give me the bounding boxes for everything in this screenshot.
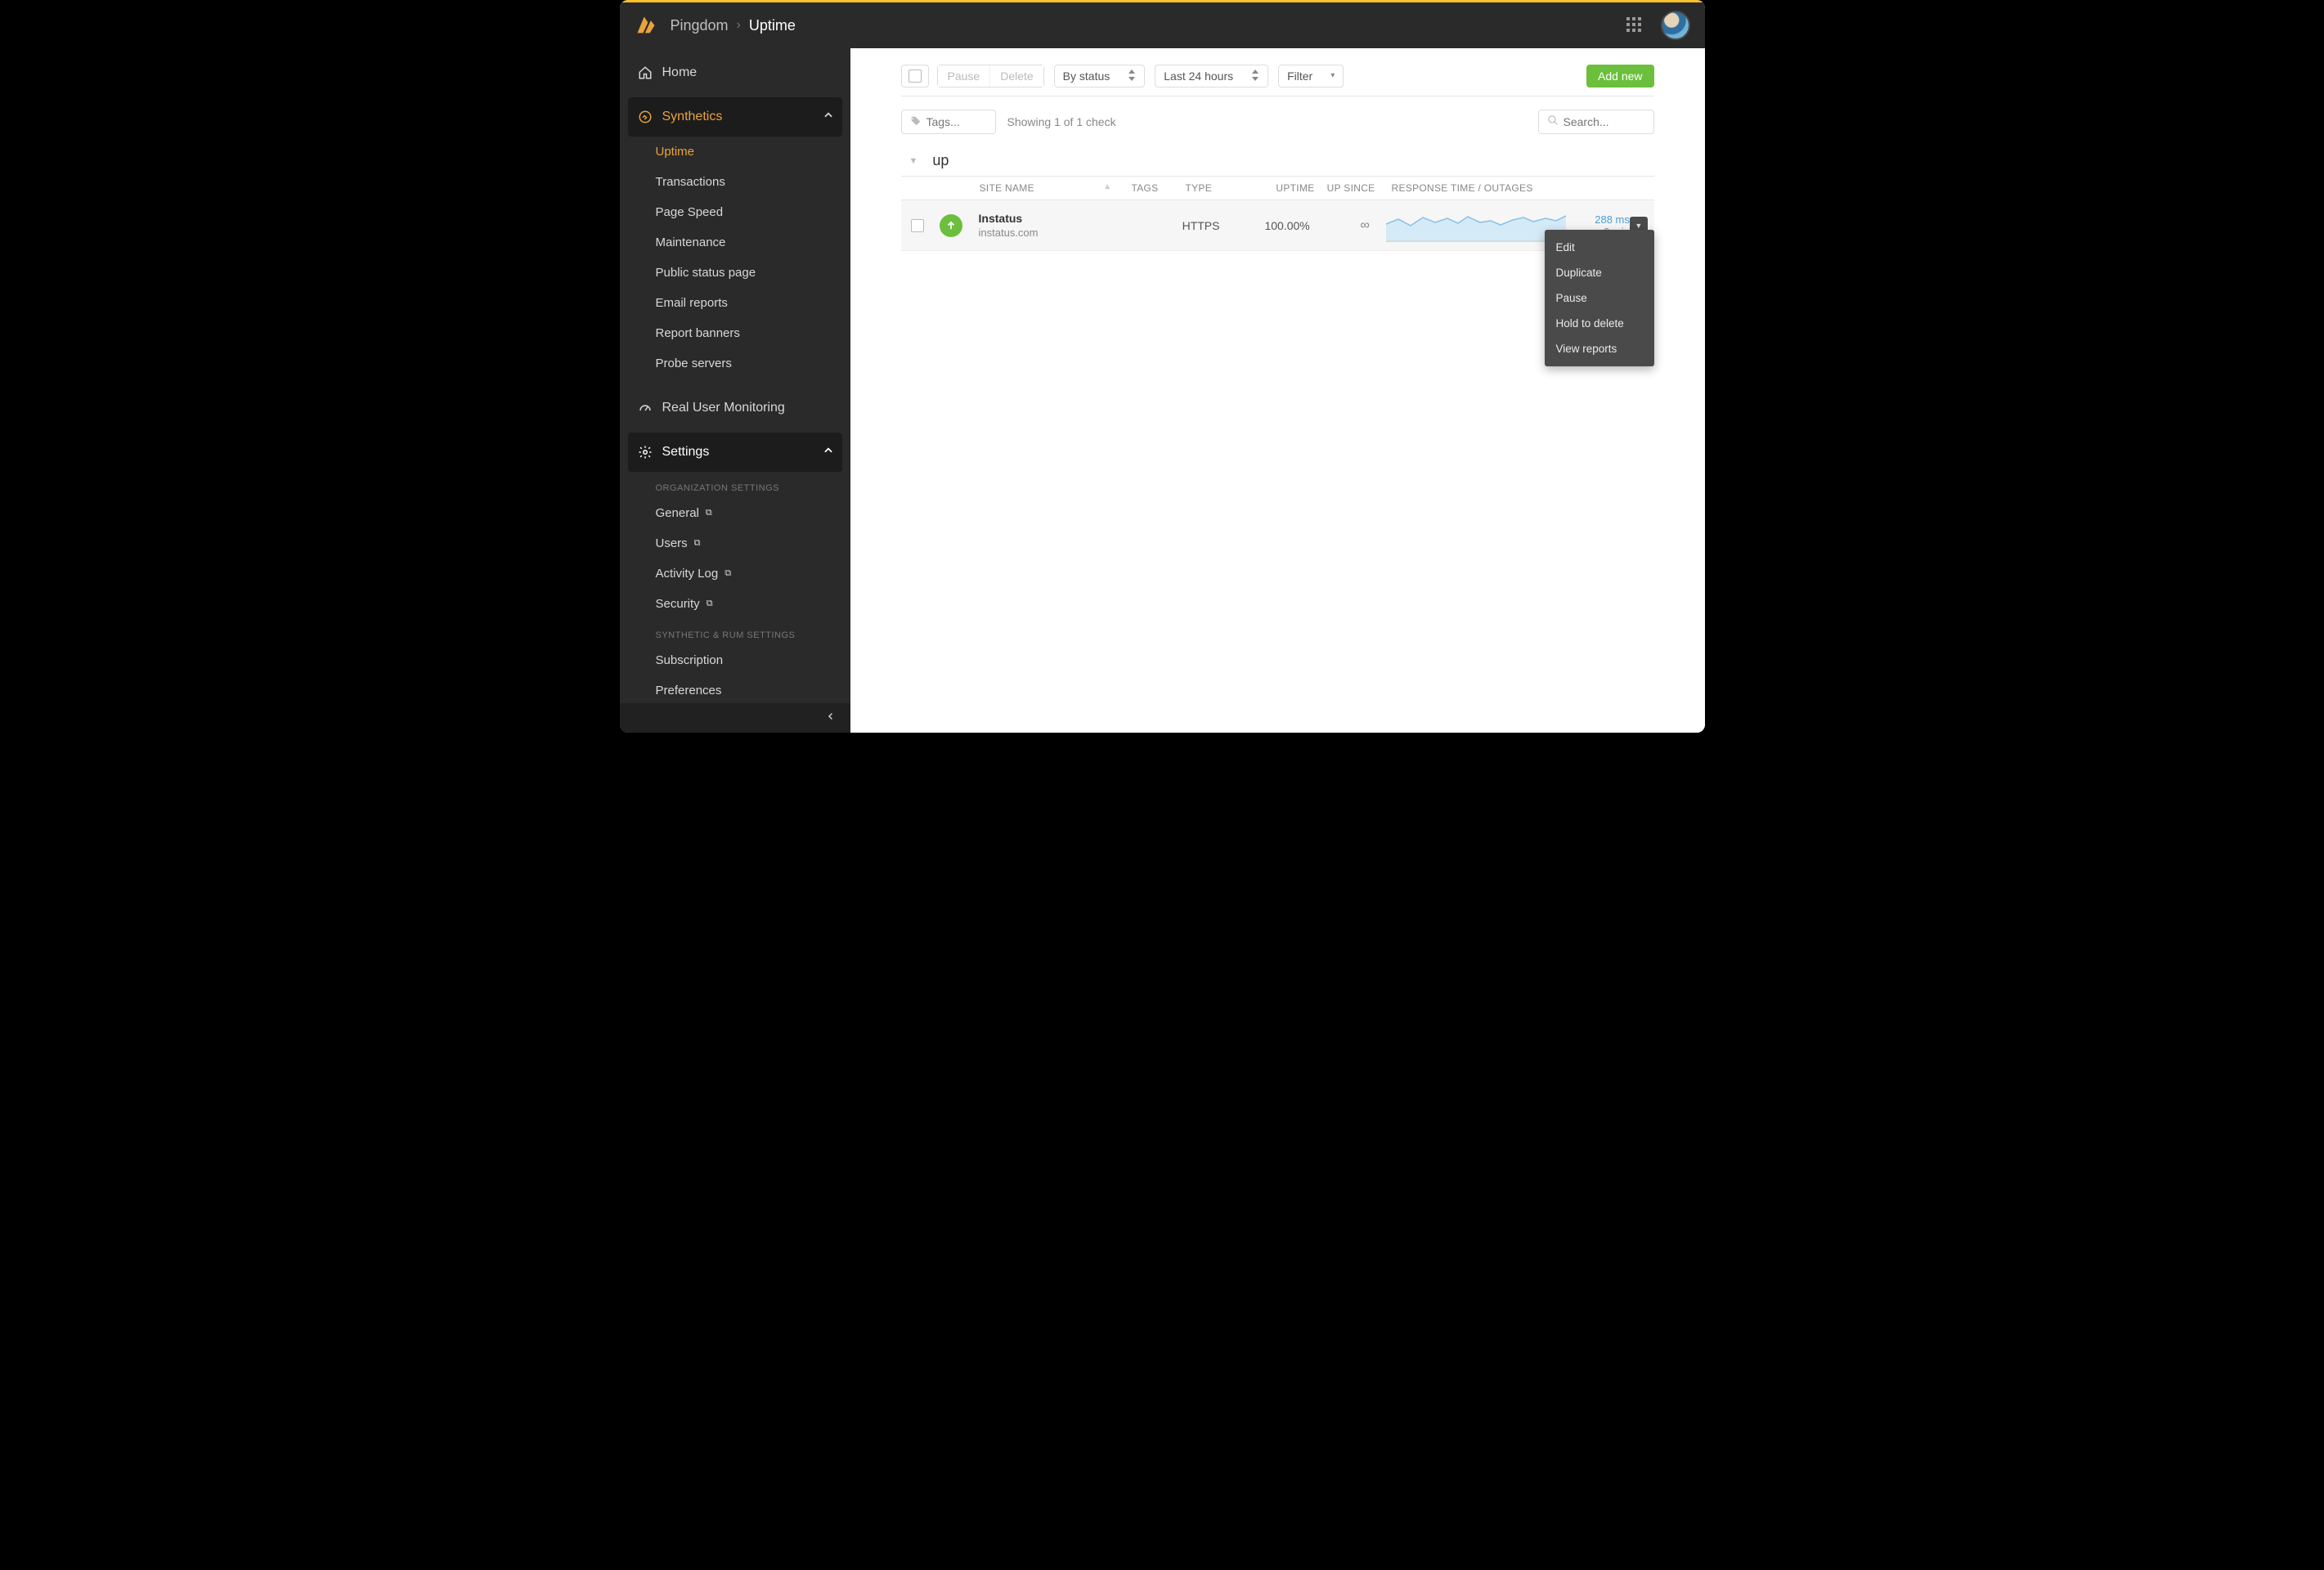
bulk-action-group: Pause Delete	[937, 65, 1044, 87]
bulk-toolbar: Pause Delete By status Last 24 hours	[901, 60, 1654, 92]
chevron-up-icon	[823, 445, 834, 460]
home-icon	[636, 65, 654, 80]
synthetics-icon	[636, 110, 654, 124]
main-content: Pause Delete By status Last 24 hours	[850, 48, 1705, 733]
sidebar-subheader-syn: SYNTHETIC & RUM SETTINGS	[620, 619, 850, 645]
timerange-dropdown[interactable]: Last 24 hours	[1155, 65, 1268, 87]
sort-icon	[1128, 70, 1136, 83]
menu-item-duplicate[interactable]: Duplicate	[1545, 260, 1654, 285]
tag-icon	[910, 115, 922, 129]
app-header: Pingdom › Uptime	[620, 2, 1705, 48]
sort-dropdown[interactable]: By status	[1054, 65, 1146, 87]
filter-dropdown[interactable]: Filter ▾	[1278, 65, 1344, 87]
breadcrumb-root[interactable]: Pingdom	[671, 17, 729, 34]
menu-item-pause[interactable]: Pause	[1545, 285, 1654, 311]
col-response-time[interactable]: RESPONSE TIME / OUTAGES	[1375, 182, 1630, 194]
search-box[interactable]	[1538, 110, 1654, 134]
table-row[interactable]: Instatus instatus.com HTTPS 100.00% ∞ 28…	[901, 200, 1654, 251]
delete-button[interactable]: Delete	[989, 65, 1043, 87]
table-header: SITE NAME▲ TAGS TYPE UPTIME UP SINCE RES…	[901, 176, 1654, 200]
sidebar-item-label: Settings	[662, 445, 710, 460]
response-time-sparkline	[1386, 209, 1566, 242]
col-upsince[interactable]: UP SINCE	[1315, 182, 1375, 194]
check-uptime: 100.00%	[1252, 219, 1310, 232]
menu-item-hold-delete[interactable]: Hold to delete	[1545, 311, 1654, 336]
sidebar-collapse-button[interactable]	[620, 703, 850, 733]
tags-input[interactable]	[926, 115, 982, 128]
results-count: Showing 1 of 1 check	[1007, 115, 1116, 128]
sort-asc-icon: ▲	[1103, 182, 1111, 191]
external-link-icon: ⧉	[725, 568, 731, 579]
chevron-left-icon	[826, 711, 836, 725]
add-new-button[interactable]: Add new	[1586, 65, 1653, 87]
select-all-checkbox[interactable]	[909, 70, 922, 83]
check-upsince: ∞	[1310, 218, 1370, 233]
sidebar-item-page-speed[interactable]: Page Speed	[620, 197, 850, 227]
sidebar-item-public-status-page[interactable]: Public status page	[620, 258, 850, 288]
external-link-icon: ⧉	[706, 508, 712, 518]
external-link-icon: ⧉	[707, 599, 713, 609]
external-link-icon: ⧉	[694, 538, 701, 549]
col-uptime[interactable]: UPTIME	[1256, 182, 1315, 194]
sidebar-item-label: Home	[662, 65, 698, 80]
pause-button[interactable]: Pause	[938, 65, 990, 87]
caret-down-icon: ▼	[909, 156, 918, 166]
sidebar-item-label: Real User Monitoring	[662, 401, 785, 415]
group-label: up	[932, 152, 949, 169]
sidebar-item-settings[interactable]: Settings	[628, 433, 842, 472]
group-header[interactable]: ▼ up	[901, 152, 1654, 176]
row-context-menu: Edit Duplicate Pause Hold to delete View…	[1545, 230, 1654, 366]
sidebar-item-home[interactable]: Home	[628, 53, 842, 92]
sidebar-item-email-reports[interactable]: Email reports	[620, 288, 850, 318]
sort-icon	[1251, 70, 1259, 83]
col-sitename[interactable]: SITE NAME▲	[980, 182, 1132, 194]
menu-item-edit[interactable]: Edit	[1545, 235, 1654, 260]
app-switcher-icon[interactable]	[1626, 17, 1643, 34]
sidebar-item-preferences[interactable]: Preferences	[620, 675, 850, 703]
status-up-icon	[940, 214, 962, 237]
row-checkbox[interactable]	[911, 219, 924, 232]
chevron-right-icon: ›	[737, 18, 741, 33]
gauge-icon	[636, 401, 654, 415]
breadcrumb: Pingdom › Uptime	[671, 17, 796, 34]
breadcrumb-current: Uptime	[749, 17, 796, 34]
sidebar-item-security[interactable]: Security⧉	[620, 589, 850, 619]
sidebar-subheader-org: ORGANIZATION SETTINGS	[620, 472, 850, 498]
sidebar-item-activity-log[interactable]: Activity Log⧉	[620, 558, 850, 589]
check-type: HTTPS	[1182, 219, 1252, 232]
filter-toolbar: Showing 1 of 1 check	[901, 110, 1654, 134]
search-icon	[1547, 114, 1559, 130]
col-tags[interactable]: TAGS	[1132, 182, 1186, 194]
menu-item-view-reports[interactable]: View reports	[1545, 336, 1654, 361]
chevron-up-icon	[823, 110, 834, 125]
sidebar-item-report-banners[interactable]: Report banners	[620, 318, 850, 348]
brand-logo-icon[interactable]	[635, 14, 657, 37]
gear-icon	[636, 445, 654, 460]
response-ms: 288 ms	[1595, 213, 1630, 226]
caret-down-icon: ▾	[1330, 72, 1335, 80]
check-domain: instatus.com	[979, 227, 1129, 239]
search-input[interactable]	[1564, 115, 1645, 128]
user-avatar[interactable]	[1661, 11, 1690, 40]
sidebar-item-probe-servers[interactable]: Probe servers	[620, 348, 850, 379]
sidebar-item-transactions[interactable]: Transactions	[620, 167, 850, 197]
check-name: Instatus	[979, 212, 1129, 225]
sidebar-item-subscription[interactable]: Subscription	[620, 645, 850, 675]
sidebar-item-users[interactable]: Users⧉	[620, 528, 850, 558]
col-type[interactable]: TYPE	[1186, 182, 1256, 194]
sidebar-item-maintenance[interactable]: Maintenance	[620, 227, 850, 258]
sidebar-item-synthetics[interactable]: Synthetics	[628, 97, 842, 137]
tags-filter[interactable]	[901, 110, 996, 134]
sidebar: Home Synthetics Uptime Transactions Page…	[620, 48, 850, 733]
sidebar-item-general[interactable]: General⧉	[620, 498, 850, 528]
sidebar-item-rum[interactable]: Real User Monitoring	[628, 388, 842, 428]
sidebar-item-label: Synthetics	[662, 110, 723, 124]
sidebar-item-uptime[interactable]: Uptime	[620, 137, 850, 167]
